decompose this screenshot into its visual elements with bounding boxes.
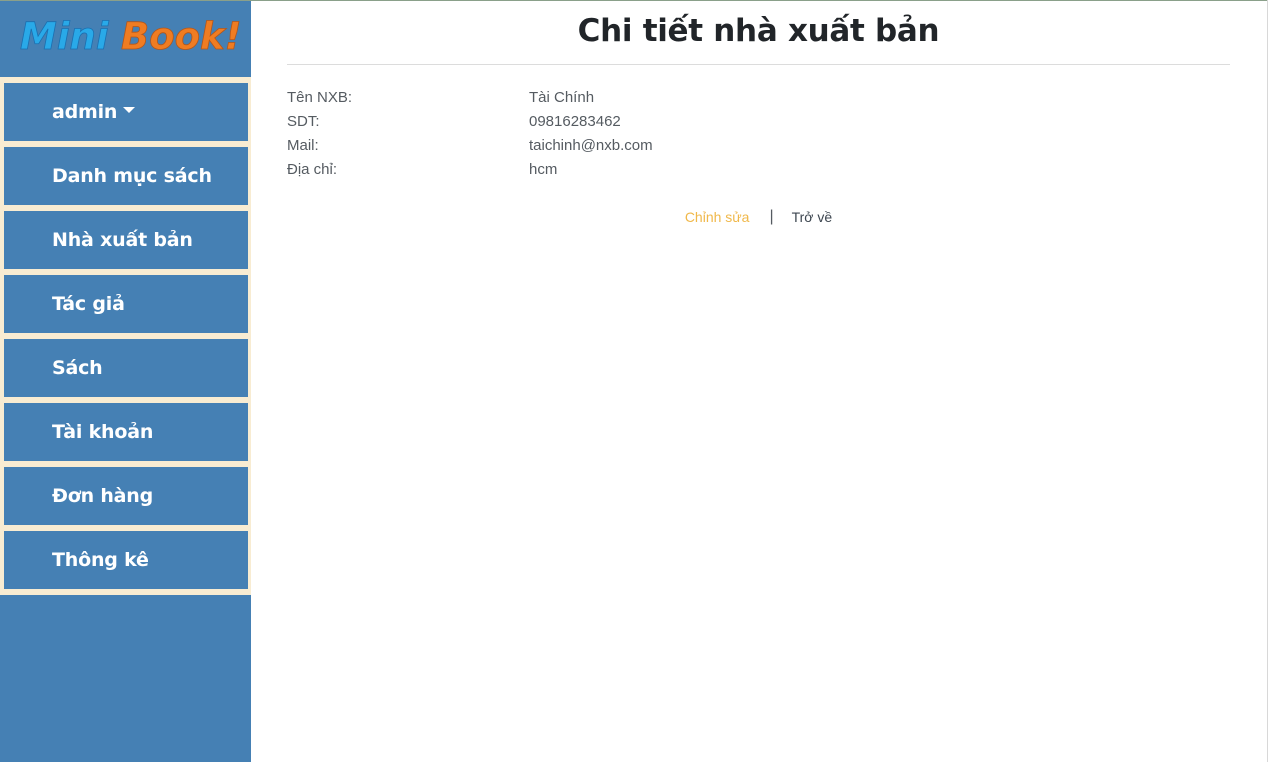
detail-label: SDT: [287, 112, 320, 130]
detail-value: taichinh@nxb.com [529, 136, 653, 154]
detail-row-mail: Mail: taichinh@nxb.com [287, 133, 887, 157]
action-separator: | [769, 208, 774, 225]
logo-book-text: Book! [121, 15, 242, 58]
title-divider [287, 64, 1230, 65]
page-title: Chi tiết nhà xuất bản [577, 13, 940, 49]
sidebar-item-orders[interactable]: Đơn hàng [4, 467, 248, 525]
sidebar-item-accounts[interactable]: Tài khoản [4, 403, 248, 461]
sidebar-item-label: Tác giả [52, 293, 125, 315]
edit-link[interactable]: Chỉnh sửa [685, 209, 750, 225]
detail-value: 09816283462 [529, 112, 621, 130]
sidebar-item-publishers[interactable]: Nhà xuất bản [4, 211, 248, 269]
sidebar-item-label: Đơn hàng [52, 485, 153, 507]
caret-down-icon [123, 107, 136, 113]
sidebar-menu: admin Danh mục sách Nhà xuất bản Tác giả… [0, 77, 251, 595]
sidebar-item-statistics[interactable]: Thông kê [4, 531, 248, 589]
sidebar-item-books[interactable]: Sách [4, 339, 248, 397]
detail-value: Tài Chính [529, 88, 595, 106]
detail-row-address: Địa chỉ: hcm [287, 157, 887, 181]
publisher-details: Tên NXB: Tài Chính SDT: 09816283462 Mail… [287, 85, 887, 181]
sidebar-item-label: Sách [52, 357, 103, 379]
sidebar: Mini Book! admin Danh mục sách Nhà xuất … [0, 1, 251, 762]
sidebar-item-authors[interactable]: Tác giả [4, 275, 248, 333]
detail-row-name: Tên NXB: Tài Chính [287, 85, 887, 109]
detail-label: Địa chỉ: [287, 160, 338, 178]
detail-value: hcm [529, 160, 558, 178]
logo-image: Mini Book! [20, 15, 242, 59]
sidebar-item-categories[interactable]: Danh mục sách [4, 147, 248, 205]
sidebar-item-admin[interactable]: admin [4, 83, 248, 141]
sidebar-item-label: Nhà xuất bản [52, 229, 193, 251]
detail-label: Tên NXB: [287, 88, 353, 106]
sidebar-item-label: Danh mục sách [52, 165, 212, 187]
logo-mini-text: Mini [20, 15, 110, 58]
detail-row-phone: SDT: 09816283462 [287, 109, 887, 133]
main-content: Chi tiết nhà xuất bản Tên NXB: Tài Chính… [251, 1, 1267, 762]
action-links: Chỉnh sửa | Trở về [287, 207, 1230, 227]
back-link[interactable]: Trở về [792, 209, 833, 225]
detail-label: Mail: [287, 136, 319, 154]
sidebar-item-label: admin [52, 101, 118, 123]
sidebar-item-label: Tài khoản [52, 421, 154, 443]
sidebar-item-label: Thông kê [52, 549, 149, 571]
logo[interactable]: Mini Book! [0, 1, 251, 76]
